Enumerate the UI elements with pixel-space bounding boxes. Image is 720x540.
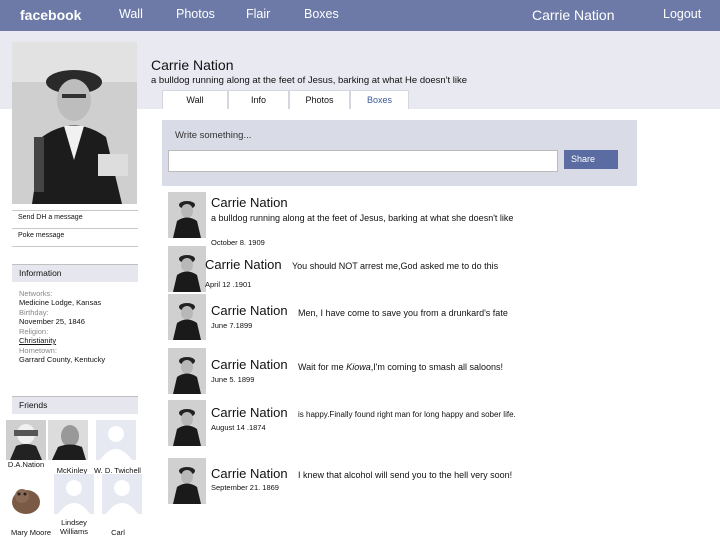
hometown-label: Hometown: xyxy=(19,346,57,355)
post-text: I knew that alcohol will send you to the… xyxy=(298,470,513,480)
religion-label: Religion: xyxy=(19,327,49,336)
religion-link[interactable]: Christianity xyxy=(19,336,56,345)
birthday-value: November 25, 1846 xyxy=(19,317,85,326)
divider xyxy=(12,210,138,211)
friend-name[interactable]: Carl xyxy=(104,528,132,537)
tab-info[interactable]: Info xyxy=(228,90,289,109)
post-author-name[interactable]: Carrie Nation xyxy=(211,357,288,372)
friends-section-title: Friends xyxy=(12,396,138,414)
post-author-name[interactable]: Carrie Nation xyxy=(211,195,288,210)
nav-boxes[interactable]: Boxes xyxy=(304,7,339,21)
tab-wall[interactable]: Wall xyxy=(162,90,228,109)
friend-name[interactable]: D.A.Nation xyxy=(2,460,50,469)
tab-photos[interactable]: Photos xyxy=(289,90,350,109)
post-author-thumb[interactable] xyxy=(168,400,206,446)
post-text: is happy.Finally found right man for lon… xyxy=(298,410,516,419)
post-author-thumb[interactable] xyxy=(168,192,206,238)
publisher-input[interactable] xyxy=(168,150,558,172)
friend-silhouette-icon[interactable] xyxy=(96,420,136,460)
tab-boxes[interactable]: Boxes xyxy=(350,90,409,109)
friend-photo[interactable] xyxy=(48,420,88,460)
nav-username[interactable]: Carrie Nation xyxy=(532,7,614,23)
nav-wall[interactable]: Wall xyxy=(119,7,143,21)
post-text: Wait for me Kiowa,I'm coming to smash al… xyxy=(298,362,503,372)
friend-name[interactable]: Mary Moore xyxy=(6,528,56,537)
divider xyxy=(12,246,138,247)
post-text: a bulldog running along at the feet of J… xyxy=(211,213,514,223)
publisher-prompt: Write something... xyxy=(175,130,252,141)
post-date: October 8. 1909 xyxy=(211,238,265,247)
nav-photos[interactable]: Photos xyxy=(176,7,215,21)
post-author-name[interactable]: Carrie Nation xyxy=(211,405,288,420)
profile-tagline: a bulldog running along at the feet of J… xyxy=(151,75,468,86)
hometown-value: Garrard County, Kentucky xyxy=(19,355,106,364)
friend-photo[interactable] xyxy=(6,420,46,460)
information-section-title: Information xyxy=(12,264,138,282)
post-text: Men, I have come to save you from a drun… xyxy=(298,308,508,318)
divider xyxy=(12,228,138,229)
post-date: August 14 .1874 xyxy=(211,423,266,432)
post-author-name[interactable]: Carrie Nation xyxy=(211,303,288,318)
nav-flair[interactable]: Flair xyxy=(246,7,270,21)
profile-picture[interactable] xyxy=(12,42,137,204)
poke-link[interactable]: Poke message xyxy=(18,232,64,239)
friend-silhouette-icon[interactable] xyxy=(54,474,94,514)
post-author-thumb[interactable] xyxy=(168,458,206,504)
post-text: You should NOT arrest me,God asked me to… xyxy=(292,261,499,271)
facebook-logo[interactable]: facebook xyxy=(20,7,81,23)
profile-name: Carrie Nation xyxy=(151,57,234,73)
post-date: June 5. 1899 xyxy=(211,375,255,384)
post-author-name[interactable]: Carrie Nation xyxy=(211,466,288,481)
post-author-thumb[interactable] xyxy=(168,246,206,292)
post-date: April 12 .1901 xyxy=(205,280,252,289)
post-author-name[interactable]: Carrie Nation xyxy=(205,257,282,272)
networks-value: Medicine Lodge, Kansas xyxy=(19,298,102,307)
friend-name[interactable]: Lindsey Williams xyxy=(56,518,92,536)
post-date: September 21. 1869 xyxy=(211,483,279,492)
friend-photo[interactable] xyxy=(6,478,46,518)
post-author-thumb[interactable] xyxy=(168,294,206,340)
logout-link[interactable]: Logout xyxy=(663,7,701,21)
networks-label: Networks: xyxy=(19,289,53,298)
post-date: June 7.1899 xyxy=(211,321,253,330)
top-nav-bar: facebook Wall Photos Flair Boxes Carrie … xyxy=(0,0,720,31)
birthday-label: Birthday: xyxy=(19,308,49,317)
post-author-thumb[interactable] xyxy=(168,348,206,394)
friend-silhouette-icon[interactable] xyxy=(102,474,142,514)
send-message-link[interactable]: Send DH a message xyxy=(18,214,83,221)
share-button[interactable]: Share xyxy=(564,150,618,169)
